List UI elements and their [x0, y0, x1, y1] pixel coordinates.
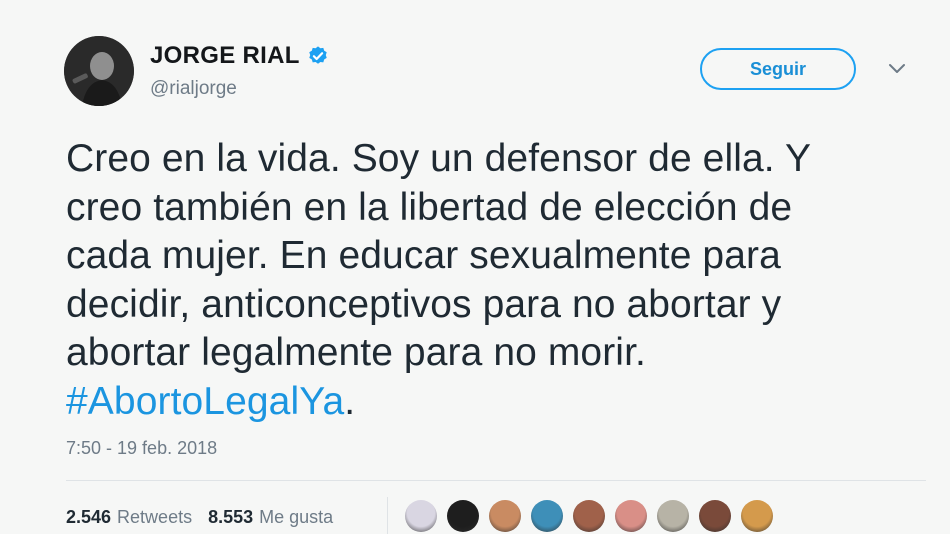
name-row: JORGE RIAL [150, 42, 329, 70]
hashtag-link[interactable]: #AbortoLegalYa [66, 380, 344, 423]
divider [66, 480, 926, 481]
tweet-card: JORGE RIAL @rialjorge Seguir Creo en la … [0, 0, 950, 534]
hashtag-suffix: . [344, 379, 356, 423]
likes-label[interactable]: Me gusta [259, 507, 333, 528]
liker-avatar[interactable] [741, 500, 773, 532]
retweets-label[interactable]: Retweets [117, 507, 192, 528]
liker-avatars [405, 500, 783, 532]
tweet-text-line: abortar legalmente para no morir. [66, 331, 646, 374]
tweet-text-line: #AbortoLegalYa. [66, 378, 926, 427]
tweet-text-line: decidir, anticonceptivos para no abortar… [66, 282, 782, 326]
stats-divider [387, 497, 388, 534]
tweet-text-line: creo también en la libertad de elección … [66, 185, 793, 229]
tweet-text: Creo en la vida. Soy un defensor de ella… [66, 135, 926, 426]
liker-avatar[interactable] [615, 500, 647, 532]
avatar[interactable] [64, 36, 134, 106]
tweet-timestamp[interactable]: 7:50 - 19 feb. 2018 [66, 438, 217, 459]
verified-badge-icon [308, 46, 327, 64]
likes-count[interactable]: 8.553 [208, 507, 253, 528]
liker-avatar[interactable] [489, 500, 521, 532]
tweet-stats: 2.546 Retweets 8.553 Me gusta [66, 507, 349, 528]
user-handle[interactable]: @rialjorge [150, 78, 237, 100]
liker-avatar[interactable] [447, 500, 479, 532]
follow-button[interactable]: Seguir [700, 48, 856, 90]
liker-avatar[interactable] [531, 500, 563, 532]
liker-avatar[interactable] [657, 500, 689, 532]
tweet-text-line: Creo en la vida. Soy un defensor de ella… [66, 137, 812, 180]
liker-avatar[interactable] [699, 500, 731, 532]
display-name[interactable]: JORGE RIAL [150, 42, 300, 70]
liker-avatar[interactable] [405, 500, 437, 532]
tweet-text-line: cada mujer. En educar sexualmente para [66, 234, 781, 277]
chevron-down-icon[interactable] [886, 62, 908, 76]
liker-avatar[interactable] [573, 500, 605, 532]
avatar-image [64, 36, 134, 106]
retweets-count[interactable]: 2.546 [66, 507, 111, 528]
